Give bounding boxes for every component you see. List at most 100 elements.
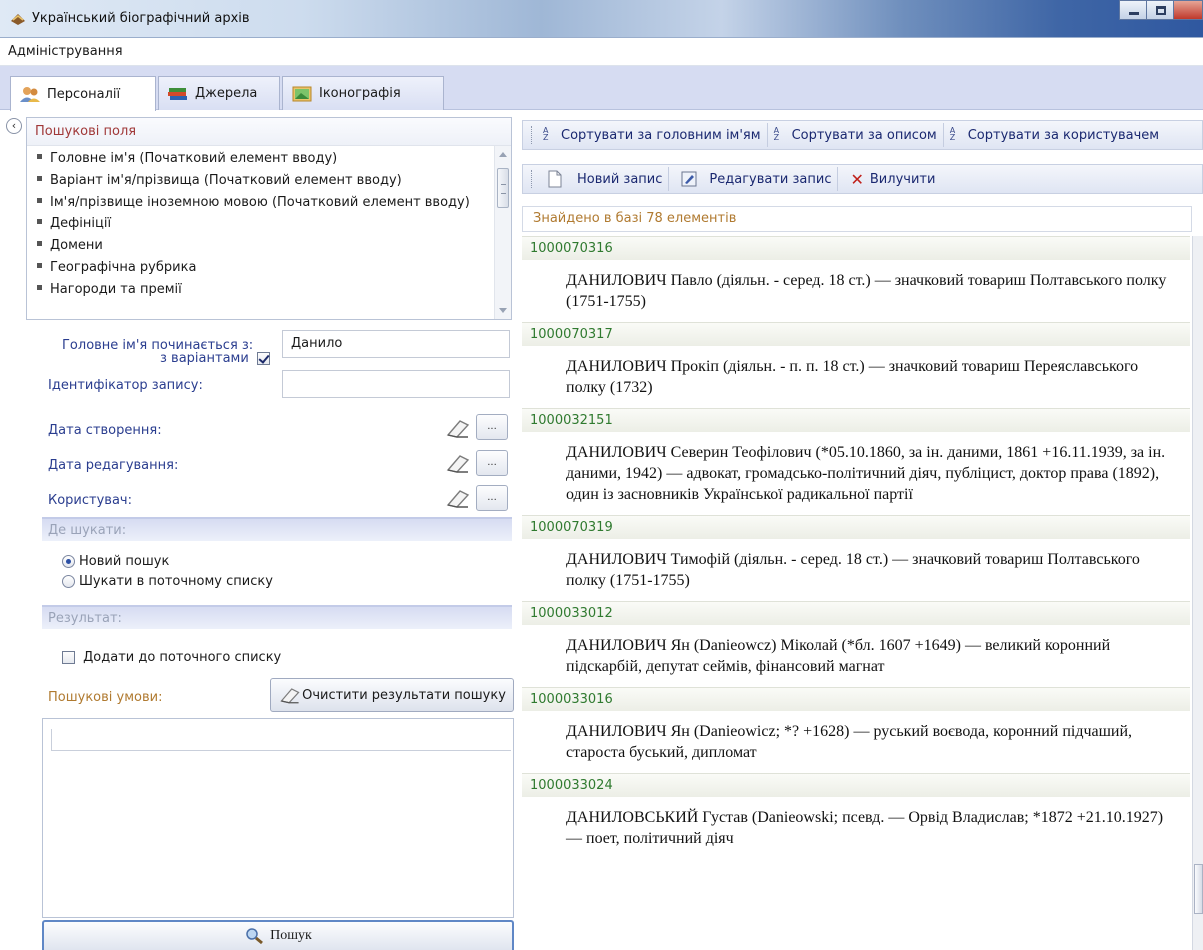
eraser-icon[interactable] <box>444 452 472 474</box>
edited-date-picker-button[interactable]: ... <box>476 450 508 476</box>
record-id: 1000032151 <box>522 408 1190 432</box>
list-item[interactable]: 1000033016 ДАНИЛОВИЧ Ян (Danieowicz; *? … <box>522 687 1190 773</box>
radio-search-in-list[interactable]: Шукати в поточному списку <box>62 574 273 589</box>
tab-sources[interactable]: Джерела <box>158 76 280 110</box>
window-title: Український біографічний архів <box>32 11 250 26</box>
bullet-icon <box>37 175 42 181</box>
record-text: ДАНИЛОВИЧ Ян (Danieowicz; *? +1628) — ру… <box>566 723 1133 761</box>
with-variants-checkbox[interactable] <box>257 352 270 365</box>
minimize-icon <box>1129 12 1139 15</box>
list-item[interactable]: Географічна рубрика <box>27 257 493 279</box>
search-conditions-label: Пошукові умови: <box>48 690 163 705</box>
scroll-up-icon[interactable] <box>499 152 507 157</box>
radio-new-search-indicator[interactable] <box>62 555 75 568</box>
search-conditions-row <box>51 729 511 751</box>
search-fields-panel: Пошукові поля Головне ім'я (Початковий е… <box>26 117 512 320</box>
record-text: ДАНИЛОВИЧ Ян (Danieowcz) Міколай (*бл. 1… <box>566 637 1111 675</box>
bullet-icon <box>37 262 42 268</box>
record-text: ДАНИЛОВИЧ Тимофій (діяльн. - серед. 18 с… <box>566 551 1140 589</box>
bullet-icon <box>37 154 42 159</box>
radio-new-search[interactable]: Новий пошук <box>62 554 169 569</box>
with-variants-label: з варіантами <box>160 351 249 366</box>
list-item[interactable]: 1000033024 ДАНИЛОВСЬКИЙ Густав (Danieows… <box>522 773 1190 859</box>
created-date-label: Дата створення: <box>48 423 162 438</box>
add-to-list-option[interactable]: Додати до поточного списку <box>62 650 281 665</box>
list-item[interactable]: Нагороди та премії <box>27 279 493 301</box>
record-id: 1000070317 <box>522 322 1190 346</box>
search-fields-scrollbar[interactable] <box>494 146 511 319</box>
search-icon <box>246 928 264 945</box>
sort-toolbar: A Z Сортувати за головним ім'ям A Z Сортуват… <box>522 120 1203 150</box>
user-picker-button[interactable]: ... <box>476 485 508 511</box>
list-item[interactable]: Дефініції <box>27 213 493 235</box>
edit-toolbar: Новий запис Редагувати запис ✕ Вилучити <box>522 164 1203 194</box>
sort-az-icon: AZ <box>949 126 956 142</box>
main-name-input[interactable]: Данило <box>282 330 510 358</box>
record-text: ДАНИЛОВСЬКИЙ Густав (Danieowski; псевд. … <box>566 809 1164 847</box>
sort-by-description-button[interactable]: A Z Сортувати за описом <box>768 123 944 147</box>
collapse-panel-button[interactable]: ‹ <box>6 118 22 134</box>
results-scrollbar[interactable] <box>1192 236 1203 950</box>
radio-search-in-list-indicator[interactable] <box>62 575 75 588</box>
search-conditions-box[interactable] <box>42 718 514 918</box>
list-item[interactable]: 1000032151 ДАНИЛОВИЧ Северин Теофілович … <box>522 408 1190 515</box>
record-id-input[interactable] <box>282 370 510 398</box>
menu-admin[interactable]: Адміністрування <box>8 44 123 59</box>
bullet-icon <box>37 197 42 203</box>
list-item[interactable]: 1000070319 ДАНИЛОВИЧ Тимофій (діяльн. - … <box>522 515 1190 601</box>
record-id: 1000033012 <box>522 601 1190 625</box>
chevron-left-icon: ‹ <box>11 119 17 132</box>
sort-az-icon: AZ <box>543 126 549 142</box>
list-item[interactable]: 1000070317 ДАНИЛОВИЧ Прокіп (діяльн. - п… <box>522 322 1190 408</box>
found-count: Знайдено в базі 78 елементів <box>522 206 1192 232</box>
sort-by-user-button[interactable]: A Z Сортувати за користувачем <box>944 123 1165 147</box>
edit-record-button[interactable]: Редагувати запис <box>669 167 839 191</box>
minimize-button[interactable] <box>1119 0 1147 20</box>
eraser-icon[interactable] <box>444 417 472 439</box>
list-item[interactable]: 1000070316 ДАНИЛОВИЧ Павло (діяльн. - се… <box>522 236 1190 322</box>
record-id: 1000070316 <box>522 236 1190 260</box>
new-record-button[interactable]: Новий запис <box>537 167 670 191</box>
scroll-thumb[interactable] <box>497 168 509 208</box>
bullet-icon <box>37 219 42 225</box>
title-bar: Український біографічний архів <box>0 0 1203 38</box>
app-logo-icon <box>11 14 25 25</box>
record-text: ДАНИЛОВИЧ Северин Теофілович (*05.10.186… <box>566 444 1166 503</box>
books-icon <box>168 87 187 100</box>
list-item[interactable]: Варіант ім'я/прізвища (Початковий елемен… <box>27 170 493 192</box>
list-item[interactable]: Ім'я/прізвище іноземною мовою (Початкови… <box>27 192 493 214</box>
sort-by-main-name-button[interactable]: A Z Сортувати за головним ім'ям <box>537 123 768 147</box>
people-icon <box>20 87 40 102</box>
bullet-icon <box>37 241 42 247</box>
tab-sources-label: Джерела <box>195 86 258 101</box>
list-item[interactable]: Домени <box>27 235 493 257</box>
search-fields-header: Пошукові поля <box>27 118 511 146</box>
tab-iconography[interactable]: Іконографія <box>282 76 444 110</box>
clear-results-button[interactable]: Очистити результати пошуку <box>270 678 514 712</box>
list-item[interactable]: Головне ім'я (Початковий елемент вводу) <box>27 148 493 170</box>
bullet-icon <box>37 284 42 290</box>
record-id: 1000033016 <box>522 687 1190 711</box>
created-date-picker-button[interactable]: ... <box>476 414 508 440</box>
user-label: Користувач: <box>48 493 132 508</box>
record-id-label: Ідентифікатор запису: <box>48 378 203 393</box>
picture-icon <box>292 86 312 101</box>
add-to-list-checkbox[interactable] <box>62 651 75 664</box>
close-button[interactable] <box>1173 0 1203 20</box>
edit-icon <box>681 171 697 187</box>
record-text: ДАНИЛОВИЧ Прокіп (діяльн. - п. п. 18 ст.… <box>566 358 1139 396</box>
search-button[interactable]: Пошук <box>42 920 514 950</box>
sort-az-icon: AZ <box>773 126 780 142</box>
delete-button[interactable]: ✕ Вилучити <box>838 167 941 191</box>
scroll-down-icon[interactable] <box>499 308 507 313</box>
tab-iconography-label: Іконографія <box>319 86 401 101</box>
eraser-icon[interactable] <box>444 487 472 509</box>
list-item[interactable]: 1000033012 ДАНИЛОВИЧ Ян (Danieowcz) Міко… <box>522 601 1190 687</box>
record-id: 1000033024 <box>522 773 1190 797</box>
maximize-button[interactable] <box>1146 0 1174 20</box>
eraser-icon <box>280 688 300 704</box>
menu-bar: Адміністрування <box>0 38 1203 66</box>
results-list: 1000070316 ДАНИЛОВИЧ Павло (діяльн. - се… <box>522 236 1190 950</box>
results-scroll-thumb[interactable] <box>1194 864 1203 914</box>
tab-personalities[interactable]: Персоналії <box>10 76 156 111</box>
